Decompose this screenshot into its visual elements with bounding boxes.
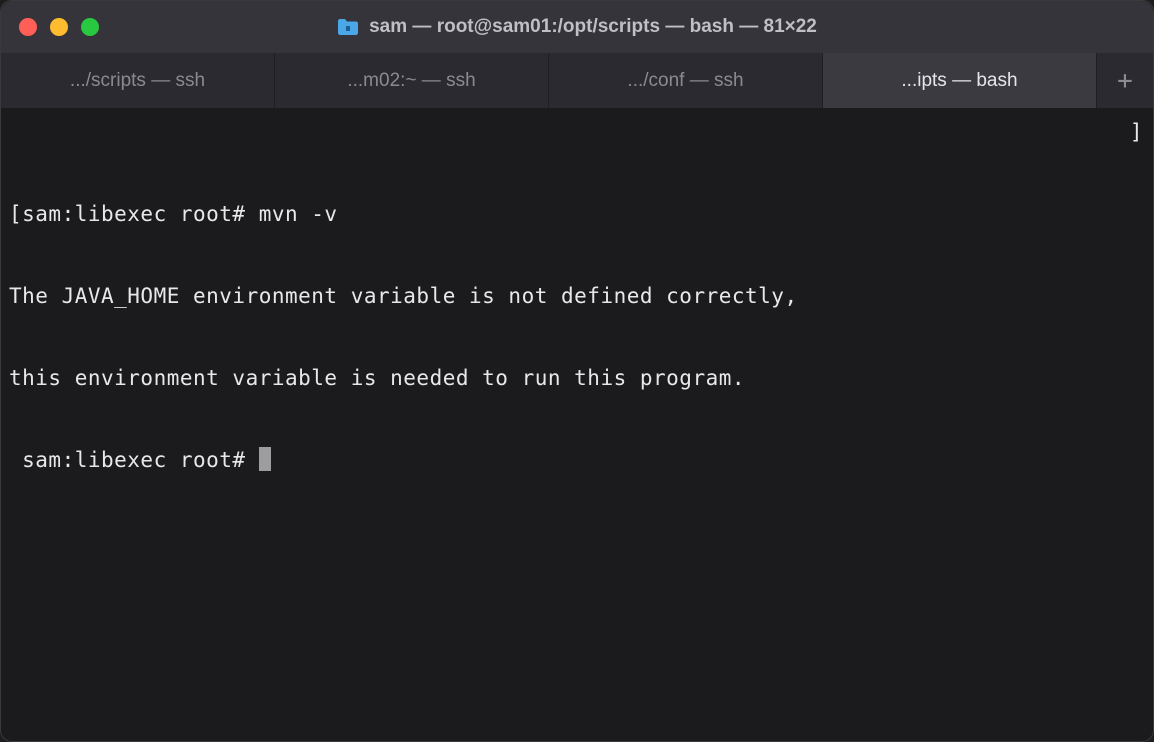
line-end-bracket: ] (1130, 119, 1143, 146)
tab-label: ...ipts — bash (901, 70, 1017, 92)
titlebar[interactable]: sam — root@sam01:/opt/scripts — bash — 8… (1, 1, 1153, 53)
tabbar: .../scripts — ssh ...m02:~ — ssh .../con… (1, 53, 1153, 109)
terminal-window: sam — root@sam01:/opt/scripts — bash — 8… (0, 0, 1154, 742)
folder-icon (337, 18, 359, 36)
tab-label: ...m02:~ — ssh (347, 70, 475, 92)
maximize-icon[interactable] (81, 18, 99, 36)
plus-icon: + (1117, 66, 1133, 96)
terminal-line: this environment variable is needed to r… (9, 365, 1145, 392)
tab-conf-ssh[interactable]: .../conf — ssh (549, 53, 823, 108)
terminal-body[interactable]: ] [sam:libexec root# mvn -v The JAVA_HOM… (1, 109, 1153, 741)
prompt-text: [sam:libexec root# (9, 202, 259, 226)
cursor-icon (259, 447, 271, 471)
command-text: mvn -v (259, 202, 338, 226)
terminal-line: sam:libexec root# (9, 447, 1145, 474)
title-content: sam — root@sam01:/opt/scripts — bash — 8… (1, 16, 1153, 38)
terminal-line: [sam:libexec root# mvn -v (9, 201, 1145, 228)
tab-m02-ssh[interactable]: ...m02:~ — ssh (275, 53, 549, 108)
tab-label: .../conf — ssh (627, 70, 743, 92)
new-tab-button[interactable]: + (1097, 53, 1153, 108)
minimize-icon[interactable] (50, 18, 68, 36)
window-title: sam — root@sam01:/opt/scripts — bash — 8… (369, 16, 817, 38)
prompt-text: sam:libexec root# (9, 448, 259, 472)
tab-ipts-bash[interactable]: ...ipts — bash (823, 53, 1097, 108)
close-icon[interactable] (19, 18, 37, 36)
terminal-line: The JAVA_HOME environment variable is no… (9, 283, 1145, 310)
tab-label: .../scripts — ssh (70, 70, 205, 92)
tab-scripts-ssh[interactable]: .../scripts — ssh (1, 53, 275, 108)
traffic-lights (19, 18, 99, 36)
